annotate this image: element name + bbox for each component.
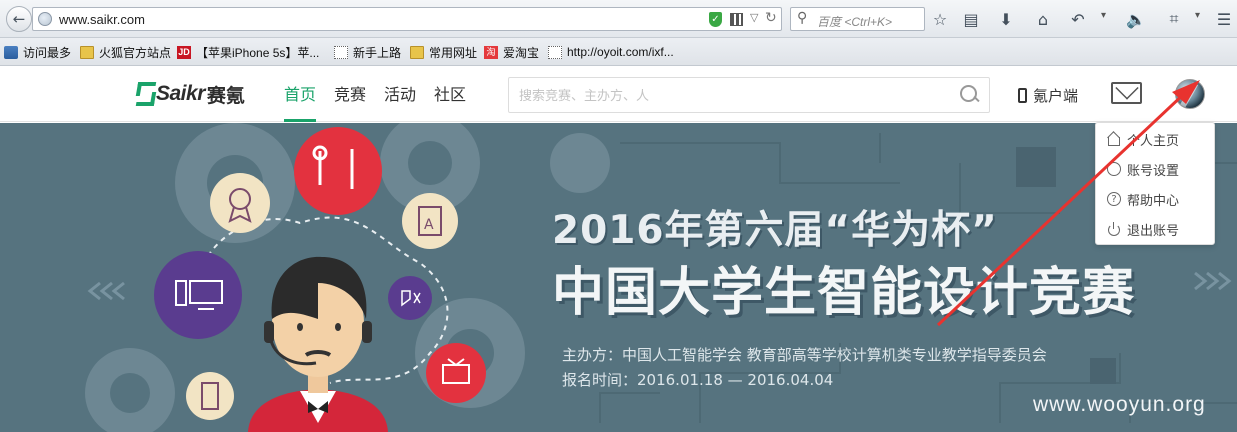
menu-item-logout[interactable]: 退出账号 <box>1096 214 1214 244</box>
url-bar[interactable]: www.saikr.com ✓ ▽ ↻ <box>32 7 782 31</box>
security-shield-icon[interactable]: ✓ <box>709 12 722 27</box>
saikr-logo-icon <box>135 82 153 106</box>
mail-icon[interactable] <box>1111 82 1142 104</box>
main-nav: 首页 竞赛 活动 社区 <box>284 67 484 122</box>
client-link[interactable]: 氪户端 <box>1018 85 1078 106</box>
volume-icon[interactable]: 🔈 <box>1125 8 1147 30</box>
nav-activities[interactable]: 活动 <box>384 67 416 122</box>
site-search-box <box>508 77 990 113</box>
banner-title-line2: 中国大学生智能设计竞赛 <box>552 263 1136 323</box>
menu-icon[interactable]: ☰ <box>1213 8 1235 30</box>
banner-organizer: 主办方：中国人工智能学会 教育部高等学校计算机类专业教学指导委员会 <box>562 346 1047 364</box>
bookmarks-toolbar: 访问最多 火狐官方站点 JD 【苹果iPhone 5s】苹... 新手上路 常用… <box>0 38 1237 66</box>
menu-item-label: 个人主页 <box>1127 133 1180 149</box>
menu-item-label: 账号设置 <box>1127 163 1180 179</box>
site-header: Saikr 赛氪 首页 竞赛 活动 社区 氪户端 <box>0 67 1237 122</box>
undo-icon[interactable]: ↶ <box>1067 8 1089 30</box>
taobao-icon: 淘 <box>484 45 498 59</box>
folder-icon <box>80 45 94 59</box>
browser-search-bar[interactable]: ⚲ 百度 <Ctrl+K> <box>790 7 925 31</box>
gear-icon <box>1107 162 1121 176</box>
bookmark-label: 爱淘宝 <box>503 45 540 60</box>
url-text: www.saikr.com <box>59 12 145 27</box>
bookmark-label: 【苹果iPhone 5s】苹... <box>196 45 320 60</box>
bookmark-most-visited[interactable]: 访问最多 <box>4 44 71 60</box>
bookmark-firefox-sites[interactable]: 火狐官方站点 <box>80 44 171 60</box>
help-icon: ? <box>1107 192 1121 206</box>
bookmark-label: http://oyoit.com/ixf... <box>567 45 674 59</box>
nav-competitions[interactable]: 竞赛 <box>334 67 366 122</box>
nav-home[interactable]: 首页 <box>284 67 317 122</box>
star-icon[interactable]: ☆ <box>929 8 951 30</box>
svg-text:A: A <box>424 217 434 233</box>
client-label: 氪户端 <box>1033 87 1079 105</box>
wooyun-watermark: www.wooyun.org <box>1033 393 1206 416</box>
bookmark-label: 新手上路 <box>353 45 402 60</box>
avatar-person-illustration <box>248 256 388 432</box>
user-avatar[interactable] <box>1175 79 1205 109</box>
phone-icon <box>1018 88 1027 103</box>
nav-community[interactable]: 社区 <box>434 67 466 122</box>
bookmark-common-sites[interactable]: 常用网址 <box>410 44 477 60</box>
download-icon[interactable]: ⬇ <box>995 8 1017 30</box>
bookmark-aitaobao[interactable]: 淘 爱淘宝 <box>484 44 539 60</box>
globe-icon <box>38 12 52 26</box>
banner-title-line1: 2016年第六届“华为杯” <box>552 208 998 253</box>
crop-icon[interactable]: ⌗ <box>1163 8 1185 30</box>
user-dropdown-menu: 个人主页 账号设置 ? 帮助中心 退出账号 <box>1095 122 1215 245</box>
logo-cn-text: 赛氪 <box>206 84 245 107</box>
reload-icon[interactable]: ↻ <box>765 10 777 26</box>
home-icon <box>1107 132 1121 146</box>
logo-text: Saikr <box>156 82 205 105</box>
bookmark-label: 常用网址 <box>429 45 478 60</box>
url-dropdown-icon[interactable]: ▽ <box>750 11 758 24</box>
menu-item-profile[interactable]: 个人主页 <box>1096 124 1214 154</box>
reading-list-icon[interactable]: ▤ <box>960 8 982 30</box>
menu-item-label: 退出账号 <box>1127 223 1180 239</box>
jd-icon: JD <box>177 45 191 59</box>
most-visited-icon <box>4 45 18 59</box>
hero-banner[interactable]: A 2016年第六届“华为杯” 中国大学生智能设计竞赛 主办方：中国人工智能学会… <box>0 123 1237 432</box>
undo-dropdown-icon[interactable]: ▾ <box>1101 10 1111 21</box>
site-logo[interactable]: Saikr 赛氪 <box>135 80 245 108</box>
search-icon[interactable] <box>959 84 981 106</box>
menu-item-help[interactable]: ? 帮助中心 <box>1096 184 1214 214</box>
site-search-input[interactable] <box>519 86 949 106</box>
blank-page-icon <box>548 45 562 59</box>
back-button[interactable]: ← <box>6 6 32 32</box>
crop-dropdown-icon[interactable]: ▾ <box>1195 10 1205 21</box>
browser-navbar: ← www.saikr.com ✓ ▽ ↻ ⚲ 百度 <Ctrl+K> ☆ ▤ … <box>0 0 1237 38</box>
back-arrow-icon: ← <box>12 10 26 28</box>
menu-item-label: 帮助中心 <box>1127 193 1180 209</box>
bookmark-jd-iphone[interactable]: JD 【苹果iPhone 5s】苹... <box>177 44 319 60</box>
tools-badge <box>294 127 382 215</box>
bookmark-label: 访问最多 <box>23 45 72 60</box>
logout-icon <box>1107 222 1121 236</box>
menu-item-account-settings[interactable]: 账号设置 <box>1096 154 1214 184</box>
search-icon: ⚲ <box>797 10 808 26</box>
bookmark-oyoit[interactable]: http://oyoit.com/ixf... <box>548 44 674 60</box>
home-icon[interactable]: ⌂ <box>1032 8 1054 30</box>
qr-code-icon[interactable] <box>730 13 743 26</box>
browser-search-placeholder: 百度 <Ctrl+K> <box>817 15 893 29</box>
folder-icon <box>410 45 424 59</box>
bookmark-label: 火狐官方站点 <box>99 45 172 60</box>
bookmark-newbie[interactable]: 新手上路 <box>334 44 401 60</box>
banner-registration-date: 报名时间：2016.01.18 — 2016.04.04 <box>562 371 834 389</box>
blank-page-icon <box>334 45 348 59</box>
